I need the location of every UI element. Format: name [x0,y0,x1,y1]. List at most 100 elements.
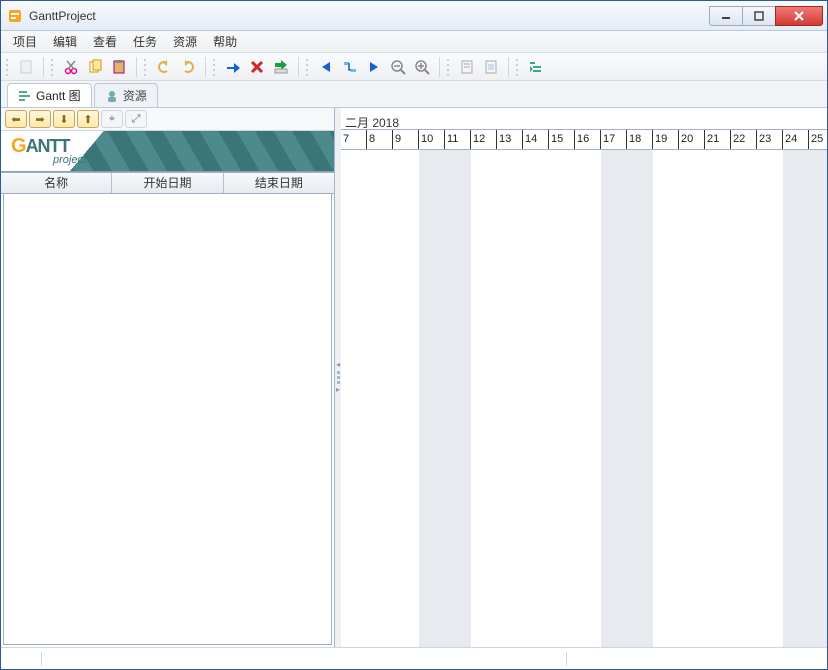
day-header-cell: 24 [783,130,809,149]
day-header-cell: 17 [601,130,627,149]
nav-zoom-fit-button[interactable]: ⤢ [125,110,147,128]
paste-button[interactable] [108,56,130,78]
col-name-header[interactable]: 名称 [1,173,112,193]
toolbar-grip [5,57,11,77]
undo-button[interactable] [153,56,175,78]
content-area: ⬅➡⬇⬆⌖⤢ GANTT project 名称 开始日期 结束日期 ◂ ▸ [1,107,827,647]
day-header-cell: 15 [549,130,575,149]
day-header-cell: 18 [627,130,653,149]
copy-button[interactable] [84,56,106,78]
gantt-canvas[interactable] [341,150,827,647]
day-column [393,150,419,647]
day-column [419,150,445,647]
day-column [497,150,523,647]
minimize-button[interactable] [709,6,743,26]
menu-item-4[interactable]: 资源 [165,31,205,52]
day-header-cell: 10 [419,130,445,149]
menu-item-5[interactable]: 帮助 [205,31,245,52]
nav-forward-button[interactable]: ➡ [29,110,51,128]
gantt-chart-pane: 二月 2018 78910111213141516171819202122232… [341,108,827,647]
zoom-out-button[interactable] [387,56,409,78]
doc-button[interactable] [456,56,478,78]
day-column [783,150,809,647]
day-column [679,150,705,647]
nav-up-button[interactable]: ⬆ [77,110,99,128]
toolbar-grip [50,57,56,77]
titlebar: GanttProject [1,1,827,31]
day-column [731,150,757,647]
close-button[interactable] [775,6,823,26]
tab-1[interactable]: 资源 [94,83,158,107]
tab-0[interactable]: Gantt 图 [7,83,92,107]
delete-button[interactable] [246,56,268,78]
doc-alt-button[interactable] [480,56,502,78]
goto-today-button[interactable] [222,56,244,78]
day-column [809,150,827,647]
back-button[interactable] [315,56,337,78]
day-header-cell: 7 [341,130,367,149]
toolbar [1,53,827,81]
day-header-cell: 19 [653,130,679,149]
logo-rest: ANTT [26,136,70,156]
indent-button[interactable] [525,56,547,78]
col-start-header[interactable]: 开始日期 [112,173,223,193]
maximize-button[interactable] [742,6,776,26]
day-column [471,150,497,647]
day-column [601,150,627,647]
menubar: 项目编辑查看任务资源帮助 [1,31,827,53]
view-tabs: Gantt 图资源 [1,81,827,107]
splitter-right-icon: ▸ [336,386,340,394]
toolbar-separator [43,57,44,77]
toolbar-grip [212,57,218,77]
menu-item-0[interactable]: 项目 [5,31,45,52]
col-end-header[interactable]: 结束日期 [224,173,334,193]
forward-button[interactable] [363,56,385,78]
menu-item-1[interactable]: 编辑 [45,31,85,52]
statusbar [1,647,827,669]
statusbar-separator [41,652,42,666]
day-column [705,150,731,647]
task-table-body[interactable] [3,194,332,645]
link-button[interactable] [339,56,361,78]
day-header-cell: 25 [809,130,827,149]
menu-item-3[interactable]: 任务 [125,31,165,52]
task-table-pane: ⬅➡⬇⬆⌖⤢ GANTT project 名称 开始日期 结束日期 [1,108,335,647]
goto-date-button[interactable] [270,56,292,78]
toolbar-separator [298,57,299,77]
day-column [445,150,471,647]
logo-subtitle: project [53,154,86,166]
day-column [653,150,679,647]
window-title: GanttProject [29,9,96,23]
nav-back-button[interactable]: ⬅ [5,110,27,128]
logo-text: GANTT project [11,135,86,166]
task-nav-toolbar: ⬅➡⬇⬆⌖⤢ [1,108,334,130]
day-header-cell: 8 [367,130,393,149]
nav-down-button[interactable]: ⬇ [53,110,75,128]
zoom-in-button[interactable] [411,56,433,78]
day-column [523,150,549,647]
day-header-cell: 20 [679,130,705,149]
toolbar-separator [439,57,440,77]
day-column [549,150,575,647]
toolbar-grip [515,57,521,77]
new-file-button[interactable] [15,56,37,78]
toolbar-separator [136,57,137,77]
day-header-cell: 9 [393,130,419,149]
day-header-cell: 21 [705,130,731,149]
day-column [627,150,653,647]
day-header-cell: 11 [445,130,471,149]
day-scale: 78910111213141516171819202122232425 [341,129,827,149]
day-column [575,150,601,647]
menu-item-2[interactable]: 查看 [85,31,125,52]
day-column [341,150,367,647]
redo-button[interactable] [177,56,199,78]
cut-button[interactable] [60,56,82,78]
statusbar-separator [566,652,567,666]
nav-center-button[interactable]: ⌖ [101,110,123,128]
day-column [367,150,393,647]
logo-banner: GANTT project [1,130,334,172]
toolbar-separator [508,57,509,77]
toolbar-grip [446,57,452,77]
app-icon [7,8,23,24]
resource-tab-icon [105,89,119,103]
